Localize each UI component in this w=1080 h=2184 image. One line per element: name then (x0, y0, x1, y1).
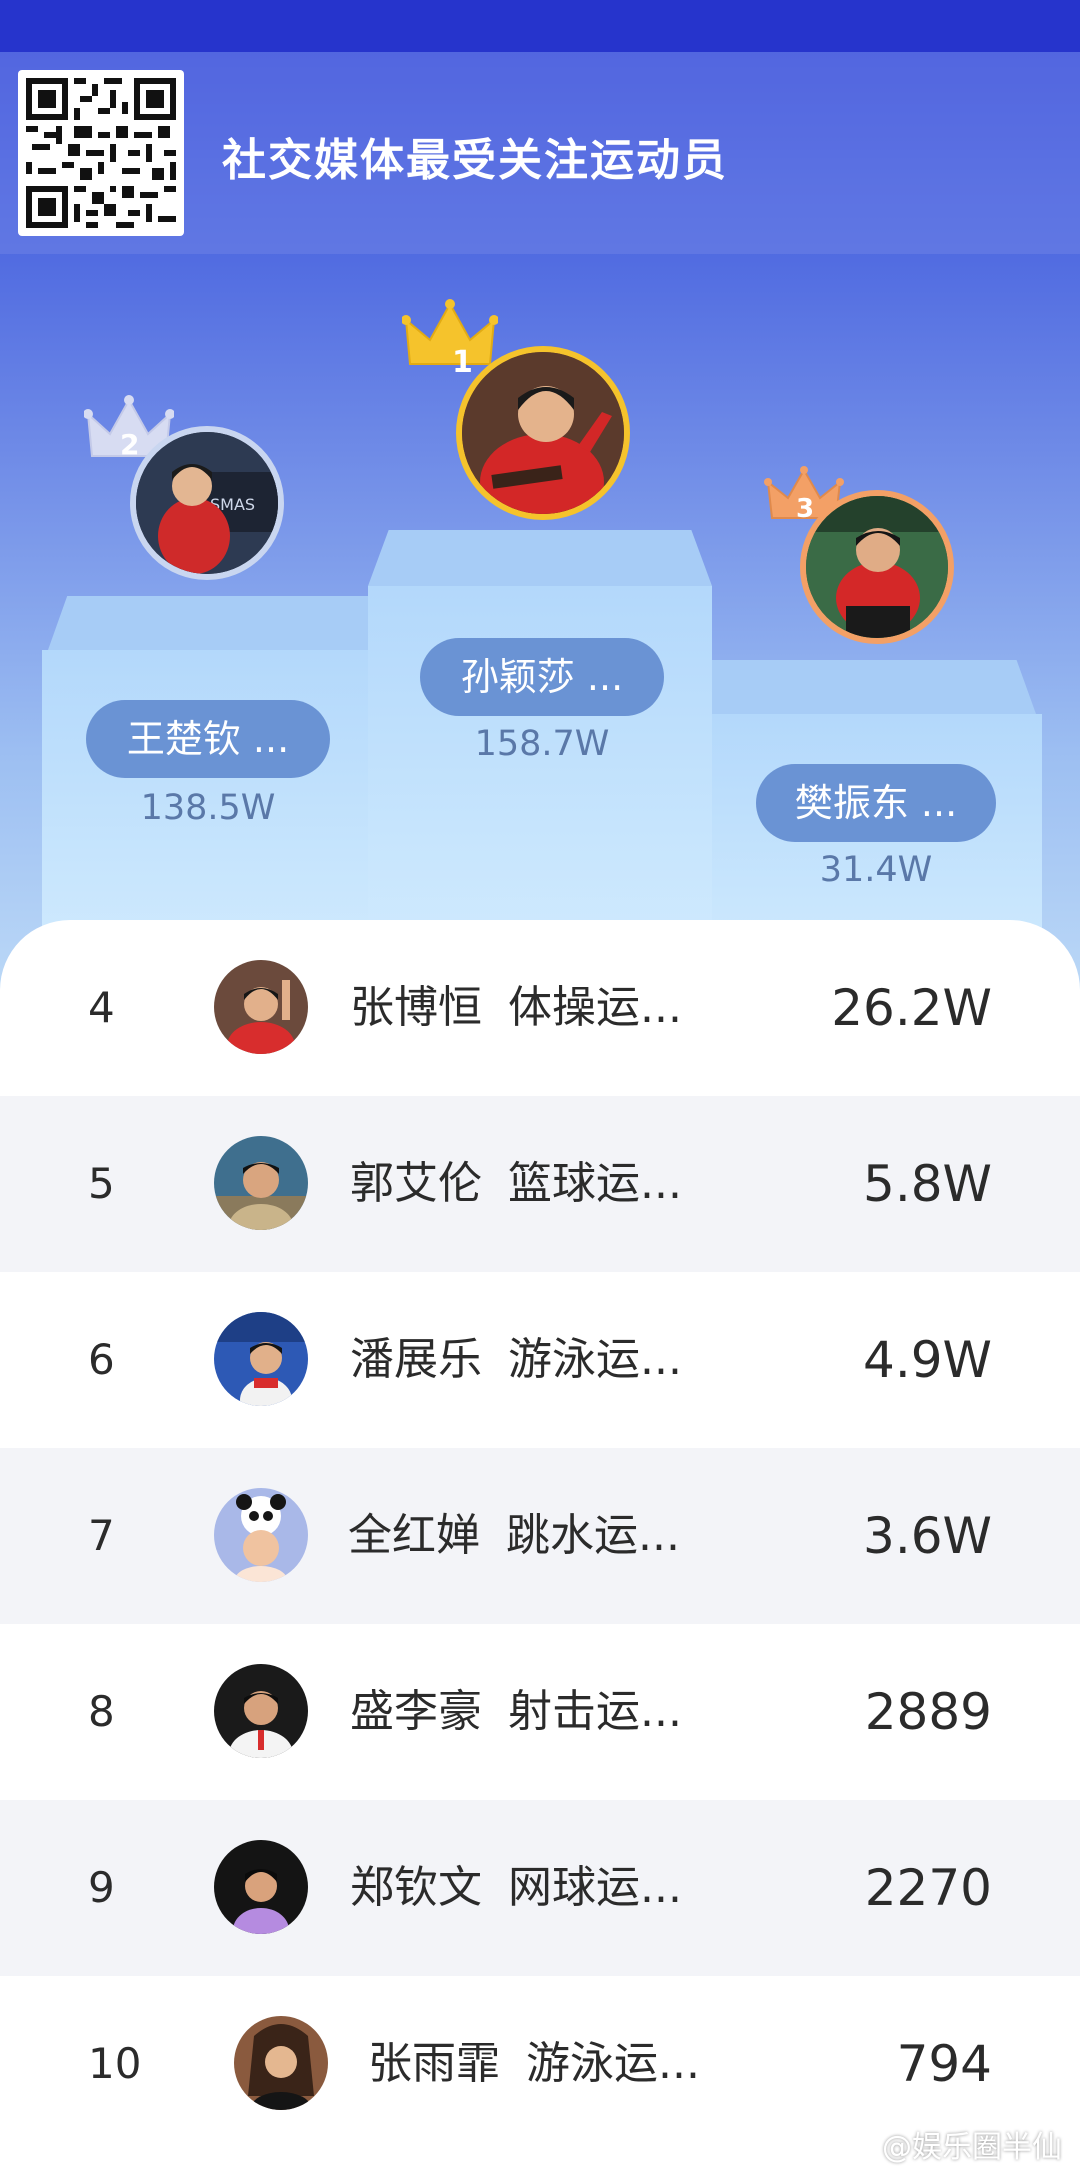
podium-third-top (712, 660, 1036, 714)
athlete-name: 盛李豪 (350, 1686, 482, 1737)
athlete-name: 张雨霏 (368, 2038, 500, 2089)
athlete-name: 郭艾伦 (350, 1158, 482, 1209)
podium-first-top (368, 530, 712, 586)
athlete-name: 全红婵 (348, 1510, 480, 1561)
rank-number: 5 (88, 1159, 115, 1208)
athlete-name: 张博恒 (350, 982, 482, 1033)
rank-number: 4 (88, 983, 115, 1032)
avatar-third[interactable] (800, 490, 954, 644)
rank-badge-first: 1 (452, 345, 473, 380)
podium-second-score: 138.5W (140, 788, 276, 828)
athlete-sport: 网球运... (508, 1862, 682, 1913)
podium-third-name[interactable]: 樊振东 ... (756, 764, 996, 842)
rank-badge-third: 3 (796, 494, 815, 524)
athlete-sport: 体操运... (508, 982, 682, 1033)
avatar (214, 1488, 308, 1582)
athlete-sport: 游泳运... (526, 2038, 700, 2089)
top-bar (0, 0, 1080, 52)
rank-number: 6 (88, 1335, 115, 1384)
avatar-first[interactable] (456, 346, 630, 520)
follower-count: 4.9W (863, 1331, 992, 1389)
rank-number: 10 (88, 2039, 142, 2088)
athlete-sport: 游泳运... (508, 1334, 682, 1385)
follower-count: 5.8W (863, 1155, 992, 1213)
qr-code-icon (18, 70, 184, 236)
athlete-sport: 射击运... (508, 1686, 682, 1737)
list-item[interactable]: 6 潘展乐 游泳运... 4.9W (0, 1272, 1080, 1448)
list-item[interactable]: 4 张博恒 体操运... 26.2W (0, 920, 1080, 1096)
follower-count: 2270 (864, 1859, 992, 1917)
page-title: 社交媒体最受关注运动员 (222, 135, 728, 186)
avatar (234, 2016, 328, 2110)
list-item[interactable]: 8 盛李豪 射击运... 2889 (0, 1624, 1080, 1800)
watermark: @娱乐圈半仙 (882, 2130, 1062, 2165)
rank-badge-second: 2 (120, 428, 140, 461)
athlete-sport: 跳水运... (506, 1510, 680, 1561)
avatar-second[interactable]: SMAS (130, 426, 284, 580)
follower-count: 3.6W (863, 1507, 992, 1565)
rank-number: 9 (88, 1863, 115, 1912)
follower-count: 2889 (864, 1683, 992, 1741)
athlete-name: 郑钦文 (350, 1862, 482, 1913)
avatar (214, 1664, 308, 1758)
athlete-name: 潘展乐 (350, 1334, 482, 1385)
podium-second-top (48, 596, 368, 650)
athlete-sport: 篮球运... (508, 1158, 682, 1209)
podium-first-name[interactable]: 孙颖莎 ... (420, 638, 664, 716)
list-item[interactable]: 7 全红婵 跳水运... 3.6W (0, 1448, 1080, 1624)
podium-third-score: 31.4W (819, 850, 933, 890)
podium-second-name[interactable]: 王楚钦 ... (86, 700, 330, 778)
ranking-list: 4 张博恒 体操运... 26.2W 5 郭艾伦 篮球运... 5.8W 6 潘… (0, 920, 1080, 2184)
avatar (214, 1840, 308, 1934)
crown-gold-icon (402, 299, 498, 365)
rank-number: 7 (88, 1511, 115, 1560)
avatar (214, 1136, 308, 1230)
avatar (214, 960, 308, 1054)
follower-count: 26.2W (831, 979, 992, 1037)
podium-first-score: 158.7W (474, 724, 610, 764)
list-item[interactable]: 5 郭艾伦 篮球运... 5.8W (0, 1096, 1080, 1272)
list-item[interactable]: 9 郑钦文 网球运... 2270 (0, 1800, 1080, 1976)
rank-number: 8 (88, 1687, 115, 1736)
avatar (214, 1312, 308, 1406)
